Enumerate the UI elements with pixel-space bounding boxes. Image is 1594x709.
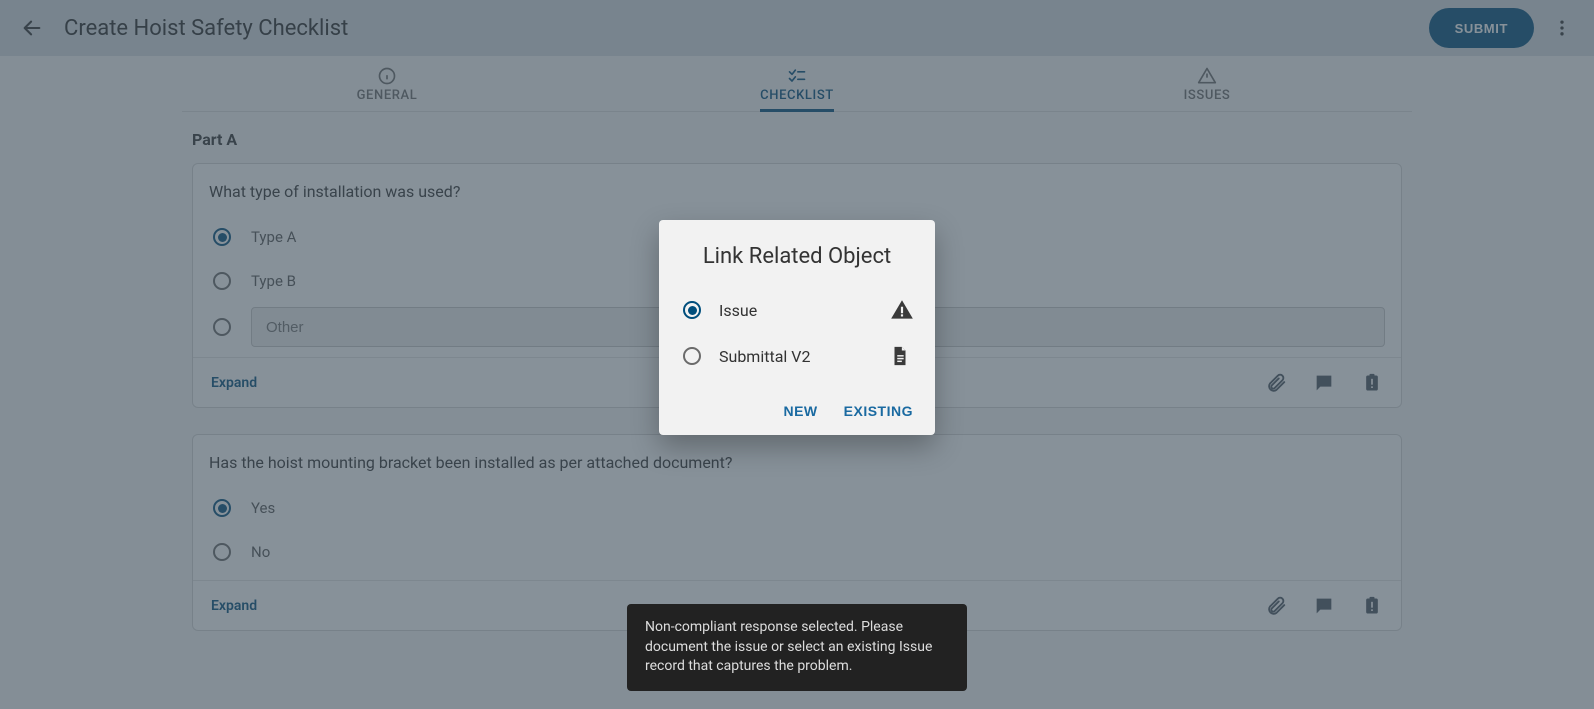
- dialog-option-label: Issue: [719, 301, 889, 320]
- modal-overlay[interactable]: Link Related Object Issue Submittal V2 N…: [0, 0, 1594, 709]
- radio-icon: [683, 301, 701, 319]
- document-icon: [889, 343, 915, 369]
- dialog-option-issue[interactable]: Issue: [677, 287, 917, 333]
- dialog-title: Link Related Object: [677, 244, 917, 269]
- link-related-object-dialog: Link Related Object Issue Submittal V2 N…: [659, 220, 935, 435]
- dialog-existing-button[interactable]: EXISTING: [844, 403, 913, 419]
- radio-icon: [683, 347, 701, 365]
- toast-message: Non-compliant response selected. Please …: [627, 604, 967, 691]
- dialog-option-submittal[interactable]: Submittal V2: [677, 333, 917, 379]
- warning-icon: [889, 297, 915, 323]
- dialog-option-label: Submittal V2: [719, 347, 889, 366]
- dialog-new-button[interactable]: NEW: [783, 403, 817, 419]
